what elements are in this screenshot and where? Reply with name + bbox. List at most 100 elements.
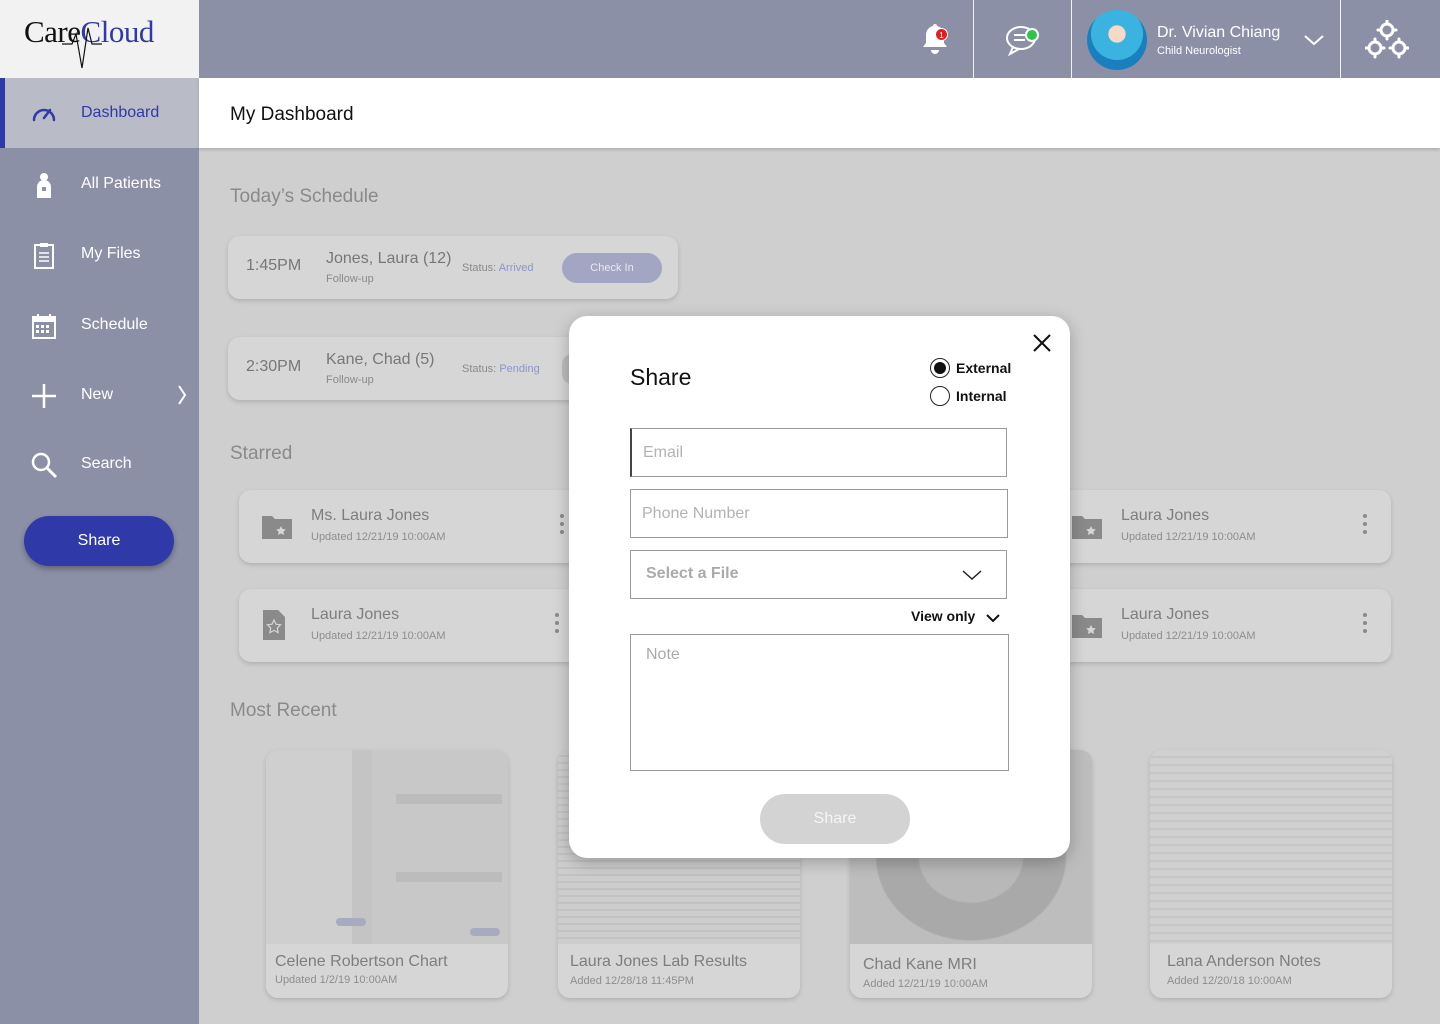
chevron-down-icon[interactable] [985, 613, 1001, 623]
appointment-time: 2:30PM [246, 358, 302, 375]
sidebar-item-new[interactable]: New [0, 360, 199, 430]
recent-section-title: Most Recent [230, 700, 337, 721]
file-updated: Updated 12/21/19 10:00AM [311, 630, 446, 642]
radio-internal[interactable]: Internal [930, 386, 1007, 406]
sidebar-share-button[interactable]: Share [24, 516, 174, 566]
file-name: Laura Jones [1121, 606, 1210, 623]
email-field[interactable] [630, 428, 1007, 477]
schedule-section-title: Today’s Schedule [230, 186, 379, 207]
gear-icon[interactable] [1365, 20, 1409, 62]
sidebar: CareCloud Dashboard All Patients My File… [0, 0, 199, 1024]
share-submit-button[interactable]: Share [760, 794, 910, 844]
user-role: Child Neurologist [1157, 45, 1241, 57]
sidebar-item-label: My Files [81, 245, 141, 262]
sidebar-item-label: New [81, 386, 114, 403]
file-name: Ms. Laura Jones [311, 507, 430, 524]
file-select-dropdown[interactable]: Select a File [630, 550, 1007, 599]
permission-dropdown[interactable]: View only [911, 608, 975, 624]
sidebar-item-label: Search [81, 455, 132, 472]
radio-external[interactable]: External [930, 358, 1011, 378]
chevron-down-icon [962, 570, 982, 581]
sidebar-item-label: All Patients [81, 175, 162, 192]
starred-item[interactable]: Laura Jones Updated 12/21/19 10:00AM [1049, 490, 1391, 563]
appointment-card[interactable]: 1:45PM Jones, Laura (12) Follow-up Statu… [228, 236, 678, 299]
starred-folder-icon [1072, 615, 1102, 638]
appointment-patient: Jones, Laura (12) [326, 250, 452, 267]
status-label: Status: [462, 262, 497, 274]
recent-file-name: Laura Jones Lab Results [570, 953, 747, 970]
sidebar-item-schedule[interactable]: Schedule [0, 290, 199, 360]
user-name: Dr. Vivian Chiang [1157, 24, 1281, 41]
appointment-patient: Kane, Chad (5) [326, 351, 435, 368]
recent-file-name: Lana Anderson Notes [1167, 953, 1321, 970]
document-thumbnail [1150, 750, 1392, 944]
online-status-dot [1025, 28, 1039, 42]
more-options-icon[interactable] [560, 514, 564, 538]
avatar[interactable] [1087, 10, 1147, 70]
appointment-status: Status: Arrived [462, 262, 534, 274]
page-title: My Dashboard [230, 104, 354, 125]
file-name: Laura Jones [1121, 507, 1210, 524]
status-value: Pending [499, 363, 540, 375]
notification-badge: 1 [935, 28, 948, 41]
dialog-title: Share [630, 364, 692, 390]
phone-number-field[interactable] [630, 489, 1008, 538]
header-divider [1340, 0, 1341, 78]
radio-button[interactable] [930, 386, 950, 406]
starred-folder-icon [262, 516, 292, 539]
file-updated: Updated 12/21/19 10:00AM [1121, 630, 1256, 642]
sidebar-item-search[interactable]: Search [0, 429, 199, 499]
starred-item[interactable]: Laura Jones Updated 12/21/19 10:00AM [239, 589, 579, 662]
recent-file-date: Added 12/28/18 11:45PM [570, 975, 694, 987]
note-field[interactable] [630, 634, 1009, 771]
status-label: Status: [462, 363, 497, 375]
appointment-type: Follow-up [326, 374, 374, 386]
recent-file-name: Chad Kane MRI [863, 956, 977, 973]
appointment-time: 1:45PM [246, 257, 302, 274]
recent-file-date: Added 12/20/18 10:00AM [1167, 975, 1292, 987]
recent-file-date: Added 12/21/19 10:00AM [863, 978, 988, 990]
sidebar-item-label: Dashboard [81, 104, 160, 121]
file-updated: Updated 12/21/19 10:00AM [1121, 531, 1256, 543]
recent-file-card[interactable]: Celene Robertson Chart Updated 1/2/19 10… [266, 750, 508, 998]
share-dialog: Share External Internal Select a File Vi… [569, 316, 1070, 858]
sidebar-item-all-patients[interactable]: All Patients [0, 149, 199, 219]
search-icon [31, 452, 58, 479]
sidebar-item-my-files[interactable]: My Files [0, 219, 199, 289]
radio-button-selected[interactable] [930, 358, 950, 378]
radio-label: External [956, 360, 1012, 376]
more-options-icon[interactable] [555, 613, 559, 637]
starred-section-title: Starred [230, 443, 293, 464]
heartbeat-line-icon [62, 27, 102, 69]
calendar-icon [32, 314, 56, 339]
more-options-icon[interactable] [1363, 514, 1367, 538]
starred-folder-icon [1072, 516, 1102, 539]
recent-file-card[interactable]: Lana Anderson Notes Added 12/20/18 10:00… [1150, 750, 1392, 998]
clipboard-icon [34, 243, 54, 269]
starred-document-icon [263, 610, 285, 640]
check-in-button[interactable]: Check In [562, 253, 662, 283]
file-updated: Updated 12/21/19 10:00AM [311, 531, 446, 543]
close-icon[interactable] [1031, 332, 1053, 354]
header-divider [973, 0, 974, 78]
status-value: Arrived [498, 262, 534, 274]
starred-item[interactable]: Ms. Laura Jones Updated 12/21/19 10:00AM [239, 490, 579, 563]
page-title-bar: My Dashboard [199, 78, 1440, 148]
chevron-down-icon[interactable] [1303, 34, 1325, 46]
chevron-right-icon[interactable] [177, 384, 187, 406]
top-header: 1 Dr. Vivian Chiang Child Neurologist [199, 0, 1440, 78]
carecloud-logo[interactable]: CareCloud [0, 0, 199, 78]
header-divider [1071, 0, 1072, 78]
radio-label: Internal [956, 388, 1007, 404]
dashboard-gauge-icon [32, 108, 56, 122]
patient-icon [37, 173, 51, 198]
plus-icon [32, 384, 56, 408]
appointment-type: Follow-up [326, 273, 374, 285]
more-options-icon[interactable] [1363, 613, 1367, 637]
file-name: Laura Jones [311, 606, 400, 623]
sidebar-item-dashboard[interactable]: Dashboard [0, 78, 199, 148]
document-thumbnail [266, 750, 508, 944]
sidebar-item-label: Schedule [81, 316, 148, 333]
starred-item[interactable]: Laura Jones Updated 12/21/19 10:00AM [1049, 589, 1391, 662]
recent-file-date: Updated 1/2/19 10:00AM [275, 974, 398, 986]
